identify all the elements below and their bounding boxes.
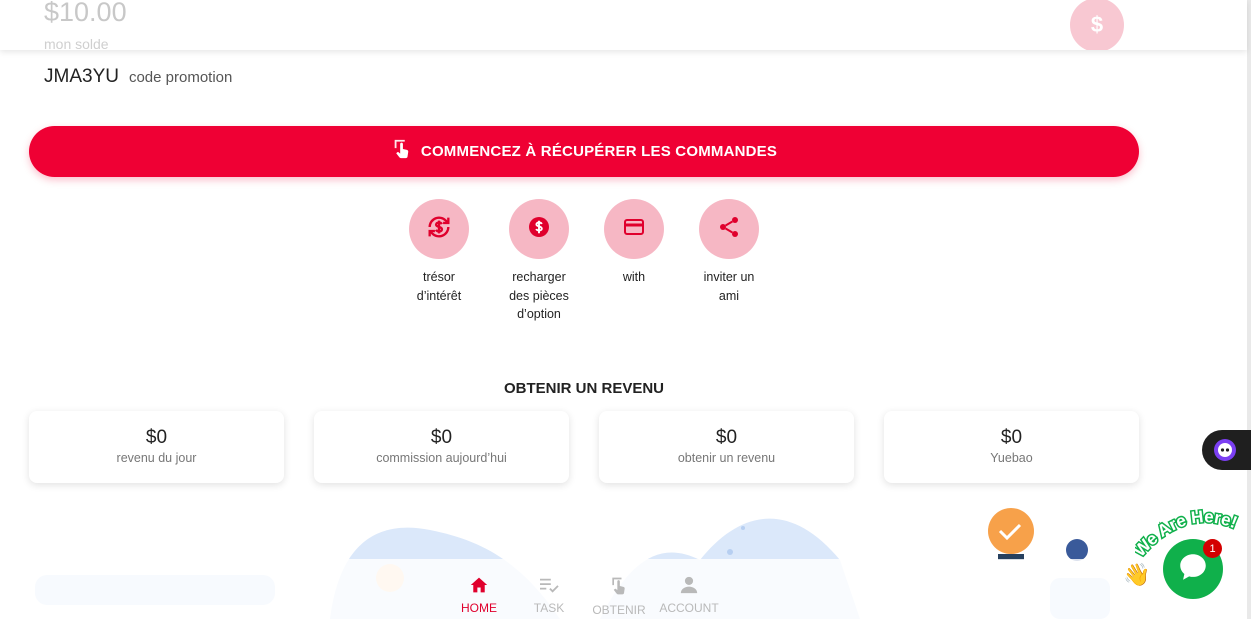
earnings-card-yuebao: $0 Yuebao bbox=[884, 411, 1139, 483]
earnings-card-daily: $0 revenu du jour bbox=[29, 411, 284, 483]
card-label: commission aujourd’hui bbox=[376, 451, 507, 465]
balance-label: mon solde bbox=[44, 36, 109, 50]
nav-obtenir[interactable]: OBTENIR bbox=[584, 576, 654, 617]
dollar-coin-icon bbox=[527, 215, 551, 244]
bottom-nav: HOME TASK OBTENIR ACCOUNT bbox=[0, 559, 1247, 619]
nav-account-label: ACCOUNT bbox=[659, 601, 719, 615]
task-list-icon bbox=[538, 578, 560, 598]
share-icon bbox=[717, 215, 741, 244]
card-label: revenu du jour bbox=[116, 451, 197, 465]
nav-home-label: HOME bbox=[461, 601, 497, 615]
nav-account[interactable]: ACCOUNT bbox=[654, 576, 724, 615]
action-interest-treasure[interactable]: trésor d’intérêt bbox=[394, 199, 484, 305]
nav-home[interactable]: HOME bbox=[444, 576, 514, 615]
action-invite-friend[interactable]: inviter un ami bbox=[684, 199, 774, 305]
card-label: obtenir un revenu bbox=[677, 451, 776, 465]
dollar-badge-button[interactable]: $ bbox=[1070, 0, 1124, 50]
promo-code-row: JMA3YU code promotion bbox=[44, 66, 232, 88]
earnings-title: OBTENIR UN REVENU bbox=[503, 380, 664, 397]
action-recharge-coins[interactable]: recharger des pièces d’option bbox=[494, 199, 584, 324]
nav-task-label: TASK bbox=[533, 601, 565, 615]
tap-hand-icon bbox=[391, 138, 413, 165]
action-circle bbox=[509, 199, 569, 259]
tap-hand-icon bbox=[609, 577, 629, 600]
chat-bubble-icon bbox=[1176, 550, 1210, 589]
card-value: $0 bbox=[430, 427, 453, 448]
promo-code: JMA3YU bbox=[44, 66, 119, 87]
header: $10.00 mon solde $ bbox=[0, 0, 1247, 50]
action-circle bbox=[604, 199, 664, 259]
action-label: inviter un ami bbox=[703, 270, 755, 303]
nav-task[interactable]: TASK bbox=[514, 576, 584, 615]
waving-hand-icon: 👋 bbox=[1123, 562, 1151, 587]
dollar-icon: $ bbox=[1090, 12, 1104, 37]
start-orders-label: COMMENCEZ À RÉCUPÉRER LES COMMANDES bbox=[420, 143, 778, 160]
home-icon bbox=[469, 577, 489, 598]
bot-icon bbox=[1214, 439, 1236, 461]
card-value: $0 bbox=[1000, 427, 1023, 448]
action-label: with bbox=[622, 270, 646, 284]
nav-obtenir-label: OBTENIR bbox=[592, 603, 646, 617]
card-value: $0 bbox=[145, 427, 168, 448]
action-label: recharger des pièces d’option bbox=[509, 270, 569, 321]
unread-count-badge: 1 bbox=[1203, 539, 1222, 558]
card-label: Yuebao bbox=[990, 451, 1033, 465]
card-value: $0 bbox=[715, 427, 738, 448]
action-circle bbox=[699, 199, 759, 259]
action-withdraw[interactable]: with bbox=[589, 199, 679, 287]
credit-card-icon bbox=[622, 215, 646, 244]
action-label: trésor d’intérêt bbox=[416, 270, 462, 303]
action-circle bbox=[409, 199, 469, 259]
start-orders-button[interactable]: COMMENCEZ À RÉCUPÉRER LES COMMANDES bbox=[29, 126, 1139, 177]
balance-amount: $10.00 bbox=[44, 0, 127, 27]
currency-exchange-icon bbox=[425, 213, 453, 246]
person-icon bbox=[679, 576, 699, 598]
earnings-card-revenue: $0 obtenir un revenu bbox=[599, 411, 854, 483]
promo-label: code promotion bbox=[128, 69, 233, 86]
earnings-card-commission: $0 commission aujourd’hui bbox=[314, 411, 569, 483]
chatbot-button[interactable] bbox=[1202, 430, 1251, 470]
